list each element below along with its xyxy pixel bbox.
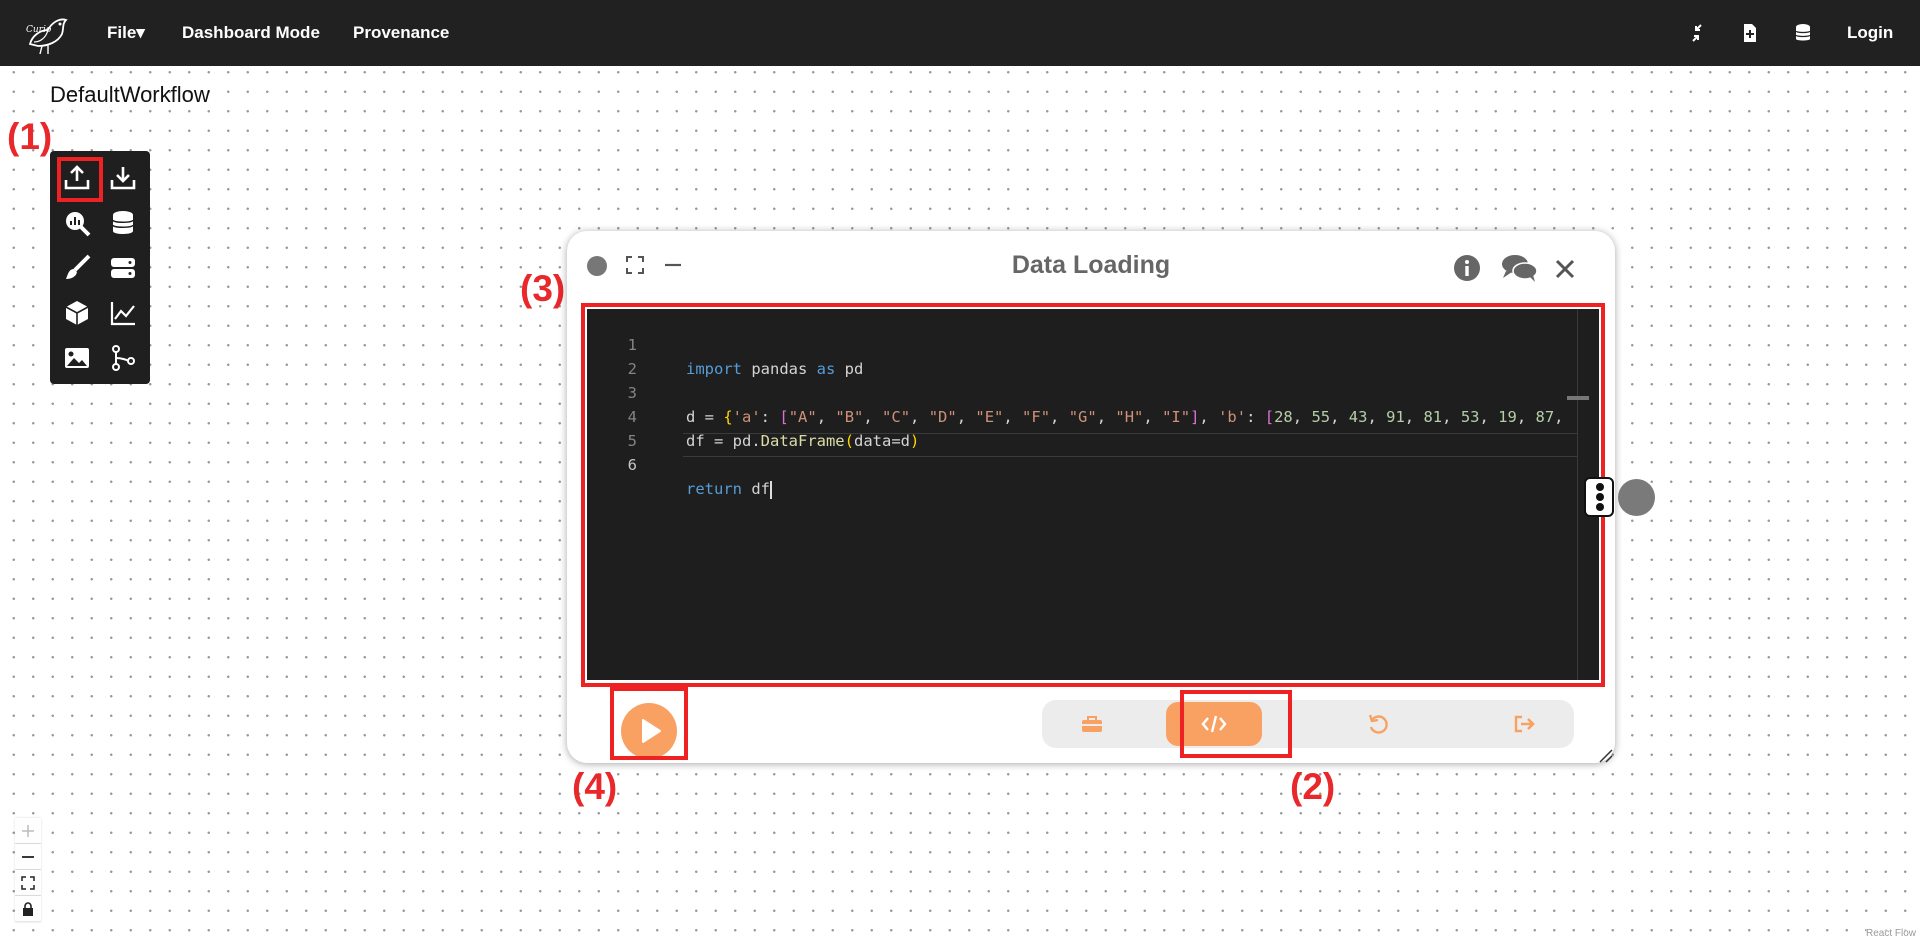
zoom-in-button[interactable] (15, 818, 41, 844)
minus-icon (22, 855, 34, 858)
node-tab-bar (1042, 700, 1574, 748)
annotation-label-4: (4) (572, 766, 618, 807)
undo-icon (1368, 714, 1388, 734)
zoom-out-button[interactable] (15, 844, 41, 870)
resize-handle-icon[interactable] (1597, 747, 1613, 763)
database-icon[interactable] (1792, 22, 1814, 44)
annotation-label-2: (2) (1290, 766, 1336, 807)
line-chart-icon[interactable] (108, 298, 138, 328)
close-icon[interactable] (1554, 258, 1576, 280)
info-icon[interactable] (1453, 254, 1481, 282)
login-button[interactable]: Login (1847, 0, 1893, 66)
svg-text:Curio: Curio (26, 25, 52, 35)
curio-logo-icon[interactable]: Curio (22, 8, 72, 58)
fit-view-icon (21, 875, 35, 890)
file-menu[interactable]: File▾ (107, 0, 145, 66)
fit-view-button[interactable] (15, 870, 41, 896)
dashboard-mode-button[interactable]: Dashboard Mode (182, 0, 320, 66)
lock-icon (23, 901, 33, 916)
download-icon[interactable] (108, 163, 138, 193)
workflow-title[interactable]: DefaultWorkflow (50, 82, 210, 108)
annotation-label-3: (3) (520, 268, 566, 309)
tab-toolbox[interactable] (1042, 700, 1142, 748)
brush-icon[interactable] (62, 253, 92, 283)
annotation-highlight-upload (57, 157, 103, 202)
annotation-highlight-editor (581, 303, 1605, 687)
react-flow-attribution[interactable]: React Flow (1865, 928, 1916, 939)
exit-icon (1514, 715, 1535, 733)
annotation-highlight-run (610, 687, 688, 760)
search-chart-icon[interactable] (62, 208, 92, 238)
lock-button[interactable] (15, 896, 41, 922)
data-loading-node[interactable]: Data Loading 1 import pandas as pd 2 3 d… (567, 231, 1655, 763)
compress-icon[interactable] (1686, 22, 1708, 44)
branch-icon[interactable] (108, 343, 138, 373)
tab-undo[interactable] (1328, 700, 1428, 748)
image-icon[interactable] (62, 343, 92, 373)
add-file-icon[interactable] (1739, 22, 1761, 44)
annotation-label-1: (1) (7, 116, 53, 157)
comments-icon[interactable] (1500, 252, 1538, 284)
top-navbar: Curio File▾ Dashboard Mode Provenance Lo… (0, 0, 1920, 66)
tab-exit[interactable] (1474, 700, 1574, 748)
server-icon[interactable] (108, 253, 138, 283)
database-icon[interactable] (108, 208, 138, 238)
output-handle[interactable] (1584, 477, 1614, 517)
plus-icon (22, 824, 34, 837)
cube-icon[interactable] (62, 298, 92, 328)
toolbox-icon (1082, 716, 1102, 732)
output-port[interactable] (1618, 479, 1655, 516)
annotation-highlight-code-tab (1180, 690, 1292, 758)
provenance-button[interactable]: Provenance (353, 0, 449, 66)
